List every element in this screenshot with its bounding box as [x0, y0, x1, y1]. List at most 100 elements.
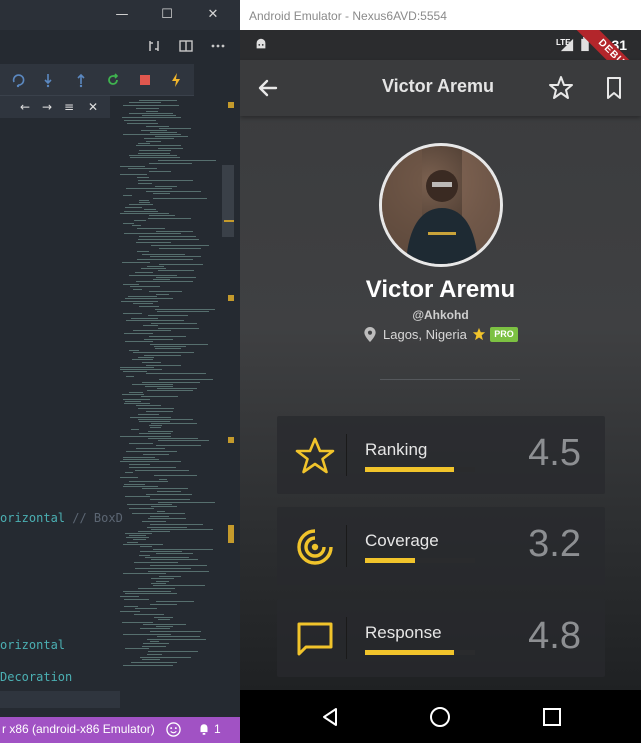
- minimap-line: [154, 475, 197, 476]
- minimap-line: [137, 177, 149, 178]
- minimap-line: [123, 591, 171, 592]
- minimap-line: [149, 291, 182, 292]
- minimap-line: [129, 508, 154, 509]
- hot-reload-icon[interactable]: [168, 72, 184, 88]
- minimap-line: [123, 371, 147, 372]
- bell-icon[interactable]: [197, 722, 211, 737]
- minimap-line: [146, 411, 173, 412]
- minimap-line: [131, 429, 139, 430]
- minimap-line: [150, 499, 190, 500]
- stat-card-ranking[interactable]: Ranking 4.5: [277, 416, 605, 494]
- minimap-line: [155, 309, 215, 310]
- minimap-line: [140, 657, 191, 658]
- stop-icon[interactable]: [137, 72, 153, 88]
- minimap-line: [138, 183, 152, 184]
- more-icon[interactable]: [210, 38, 226, 54]
- split-editor-icon[interactable]: [178, 38, 194, 54]
- minimap-line: [150, 132, 177, 133]
- find-previous-button[interactable]: ←: [18, 99, 32, 115]
- minimap-line: [156, 601, 194, 602]
- emulator-window: Android Emulator - Nexus6AVD:5554 LTE 1:…: [240, 0, 641, 743]
- minimap-line: [135, 272, 153, 273]
- close-window-button[interactable]: ✕: [204, 6, 222, 24]
- find-next-button[interactable]: →: [40, 99, 54, 115]
- minimap-line: [139, 306, 159, 307]
- minimap-line: [142, 659, 160, 660]
- back-triangle-icon[interactable]: [318, 705, 342, 729]
- minimap-line: [145, 386, 173, 387]
- find-close-button[interactable]: ✕: [86, 99, 100, 115]
- minimap-line: [129, 481, 168, 482]
- bookmark-icon[interactable]: [598, 72, 630, 104]
- minimap-line: [151, 423, 197, 424]
- minimap-line: [140, 546, 152, 547]
- minimap-line: [135, 608, 157, 609]
- code-line: orizontal: [0, 638, 66, 652]
- step-over-icon[interactable]: [40, 72, 56, 88]
- minimap-line: [125, 207, 142, 208]
- scroll-marker: [228, 525, 234, 543]
- minimap-line: [150, 641, 159, 642]
- recents-square-icon[interactable]: [540, 705, 564, 729]
- avatar-photo: [382, 146, 500, 264]
- minimap-line: [129, 155, 177, 156]
- minimap-line: [150, 344, 208, 345]
- star-icon[interactable]: [545, 72, 577, 104]
- minimap-line: [154, 617, 173, 618]
- minimap-line: [123, 284, 139, 285]
- stat-card-coverage[interactable]: Coverage 3.2: [277, 507, 605, 585]
- minimap-line: [123, 459, 159, 460]
- maximize-button[interactable]: ☐: [158, 6, 176, 24]
- minimap-line: [148, 218, 191, 219]
- minimap-line: [148, 518, 186, 519]
- profile-avatar[interactable]: [379, 143, 503, 267]
- minimap-line: [120, 369, 162, 370]
- minimap-line: [150, 256, 201, 257]
- find-in-selection-button[interactable]: ≡: [62, 99, 76, 115]
- minimap-line: [129, 102, 161, 103]
- stat-label: Response: [365, 623, 442, 642]
- step-into-icon[interactable]: [73, 72, 89, 88]
- minimap-line: [153, 279, 170, 280]
- minimap-line: [120, 166, 145, 167]
- minimap-line: [138, 357, 154, 358]
- minimize-button[interactable]: —: [113, 6, 131, 24]
- minimap-line: [137, 251, 149, 252]
- minimap-line: [158, 440, 209, 441]
- restart-icon[interactable]: [10, 72, 26, 88]
- minimap-line: [121, 301, 158, 302]
- feedback-smiley-icon[interactable]: [166, 722, 181, 737]
- minimap-line: [131, 662, 177, 663]
- minimap-line: [129, 113, 173, 114]
- code-minimap[interactable]: [120, 96, 220, 676]
- minimap-line: [129, 275, 177, 276]
- hot-restart-icon[interactable]: [105, 72, 121, 88]
- stat-card-response[interactable]: Response 4.8: [277, 599, 605, 677]
- find-widget: ← → ≡ ✕: [0, 96, 110, 118]
- home-circle-icon[interactable]: [428, 705, 452, 729]
- minimap-line: [158, 148, 183, 149]
- minimap-line: [138, 419, 193, 420]
- git-compare-icon[interactable]: [146, 38, 162, 54]
- chat-bubble-icon: [297, 622, 333, 656]
- minimap-line: [124, 233, 181, 234]
- radar-icon: [297, 529, 333, 565]
- star-filled-icon: [472, 327, 486, 341]
- minimap-line: [158, 270, 194, 271]
- minimap-line: [156, 626, 173, 627]
- editor-scrollbar-thumb[interactable]: [222, 165, 234, 237]
- minimap-line: [156, 277, 196, 278]
- minimap-line: [147, 527, 187, 528]
- minimap-line: [151, 323, 197, 324]
- minimap-line: [126, 537, 149, 538]
- minimap-line: [158, 160, 216, 161]
- pro-badge: PRO: [490, 327, 518, 342]
- minimap-line: [120, 477, 138, 478]
- minimap-line: [156, 553, 193, 554]
- code-line: orizontal // BoxD: [0, 511, 123, 525]
- minimap-line: [138, 588, 175, 589]
- minimap-line: [120, 436, 171, 437]
- device-selector[interactable]: r x86 (android-x86 Emulator): [2, 722, 155, 736]
- minimap-line: [157, 636, 200, 637]
- minimap-line: [137, 259, 193, 260]
